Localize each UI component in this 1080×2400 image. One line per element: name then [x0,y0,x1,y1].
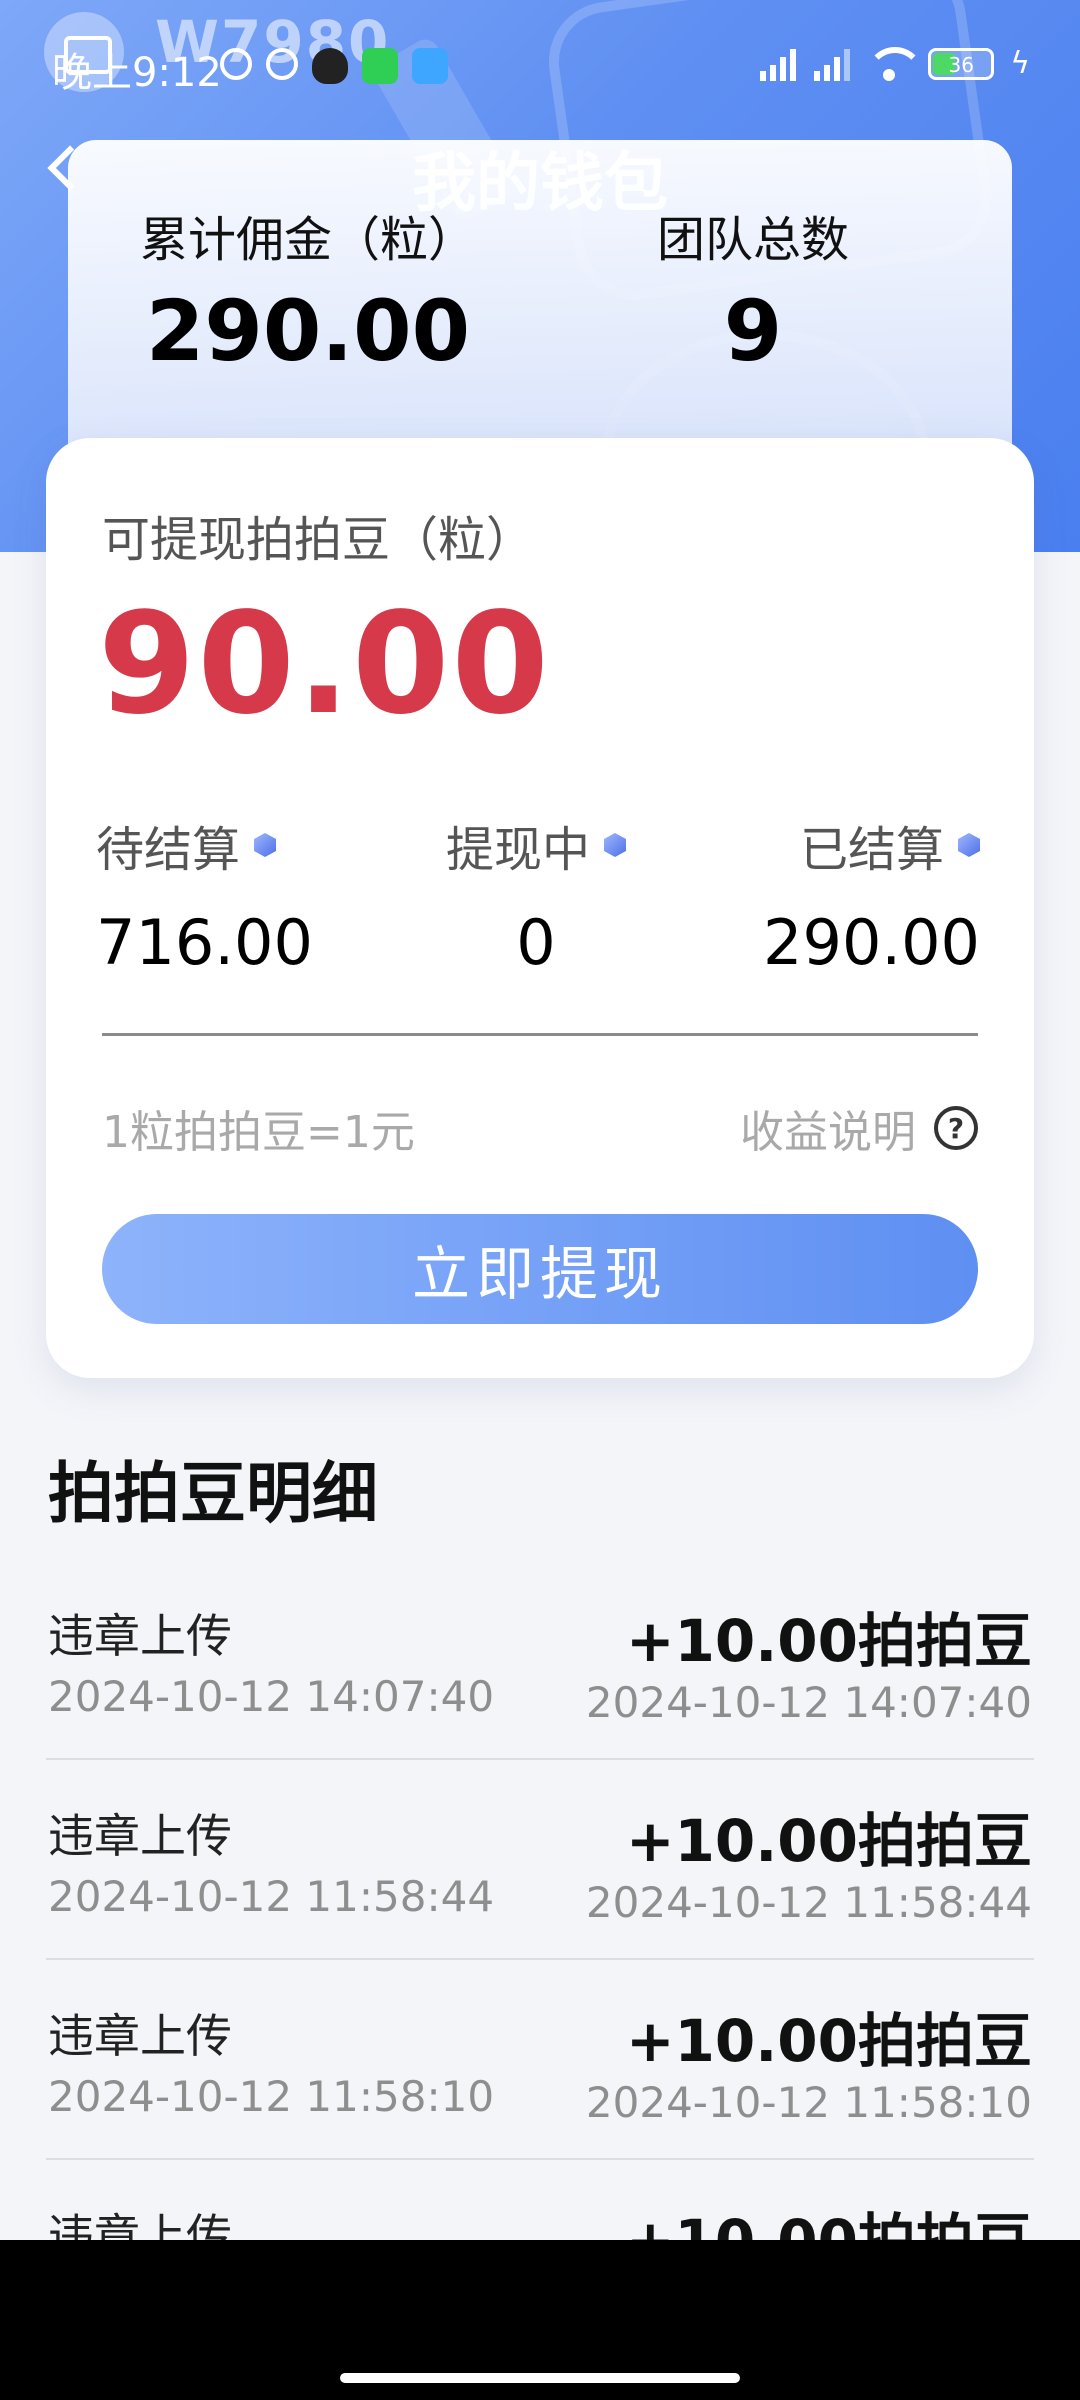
signal-icon [812,47,851,81]
details-title: 拍拍豆明细 [48,1455,378,1532]
status-bar: W7980 晚上9:12 36 ϟ [0,0,1080,130]
battery-icon: 36 [928,47,995,80]
item-name: 违章上传 [48,2009,232,2063]
charging-icon: ϟ [1010,46,1030,81]
list-item[interactable]: 违章上传 2024-10-12 11:58:10 +10.00拍拍豆 2024-… [46,1960,1034,2160]
item-amount: +10.00拍拍豆 [625,1807,1032,1875]
bean-icon [958,833,980,857]
item-date: 2024-10-12 11:58:10 [48,2072,495,2121]
item-date: 2024-10-12 11:58:44 [48,1872,495,1921]
question-icon: ? [934,1106,978,1150]
list-item[interactable]: 违章上传 2024-10-12 11:58:44 +10.00拍拍豆 2024-… [46,1760,1034,1960]
item-date: 2024-10-12 14:07:40 [48,1672,495,1721]
earnings-explanation-label: 收益说明 [740,1107,916,1158]
withdrawable-amount: 90.00 [98,583,551,746]
commission-value: 290.00 [145,282,471,380]
status-right: 36 ϟ [758,46,1030,81]
bean-icon [254,833,277,857]
item-amount: +10.00拍拍豆 [625,2007,1032,2075]
settled-value: 290.00 [763,906,980,979]
page-title: 我的钱包 [412,147,668,221]
team-value: 9 [723,282,783,380]
withdrawing-value: 0 [516,906,556,979]
withdraw-button[interactable]: 立即提现 [102,1214,978,1324]
settled-stat: 已结算 290.00 [700,810,980,979]
notification-icons [220,48,448,84]
bean-icon [604,833,626,857]
team-stat: 团队总数 9 [608,200,898,380]
item-date-right: 2024-10-12 11:58:44 [585,1878,1032,1927]
app-notification-icon [412,48,448,84]
alarm-icon [220,48,252,80]
signal-icon [758,47,797,81]
status-time: 晚上9:12 [52,50,222,96]
withdrawing-stat: 提现中 0 [406,810,666,979]
item-date-right: 2024-10-12 14:07:40 [585,1678,1032,1727]
settled-label: 已结算 [799,822,944,878]
qq-icon [312,48,348,84]
sync-icon [266,48,298,80]
pending-stat: 待结算 716.00 [96,810,318,979]
wifi-icon [866,46,925,81]
commission-stat: 累计佣金（粒） 290.00 [118,200,498,380]
item-date-right: 2024-10-12 11:58:10 [585,2078,1032,2127]
item-amount: +10.00拍拍豆 [625,1607,1032,1675]
list-item[interactable]: 违章上传 2024-10-12 14:07:40 +10.00拍拍豆 2024-… [46,1560,1034,1760]
home-indicator[interactable] [340,2373,740,2383]
item-name: 违章上传 [48,1609,232,1663]
battery-level: 36 [948,52,974,77]
pending-label: 待结算 [96,822,241,878]
exchange-rate: 1粒拍拍豆=1元 [102,1107,415,1158]
wallet-card: 可提现拍拍豆（粒） 90.00 待结算 716.00 提现中 0 已结算 290… [46,438,1034,1378]
item-name: 违章上传 [48,1809,232,1863]
divider [102,1033,978,1036]
withdrawable-label: 可提现拍拍豆（粒） [102,512,535,568]
withdrawing-label: 提现中 [445,822,590,878]
earnings-explanation-link[interactable]: 收益说明 ? [740,1096,978,1160]
wechat-icon [362,48,398,84]
pending-value: 716.00 [96,906,313,979]
